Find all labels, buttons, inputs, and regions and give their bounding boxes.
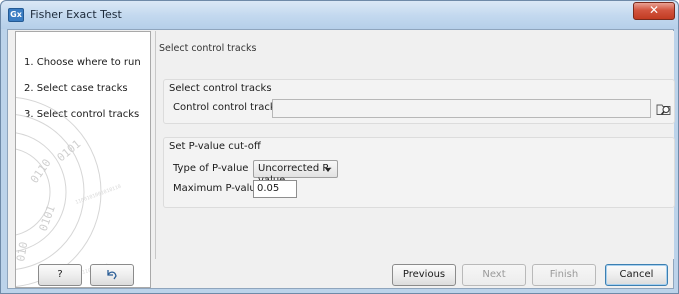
control-tracks-group-title: Select control tracks (169, 83, 272, 94)
dialog-window: Gx Fisher Exact Test ✕ 1. Choose where t… (0, 0, 679, 294)
svg-text:0110: 0110 (28, 157, 54, 186)
control-tracks-group: Select control tracks Control control tr… (163, 79, 675, 124)
chevron-down-icon (325, 168, 331, 172)
finish-button[interactable]: Finish (532, 264, 596, 286)
pvalue-type-label: Type of P-value (173, 163, 249, 174)
svg-text:0101: 0101 (55, 137, 84, 164)
reset-button[interactable] (90, 264, 134, 286)
folder-search-icon[interactable] (656, 101, 672, 117)
help-button[interactable]: ? (38, 264, 82, 286)
reset-arrow-icon (107, 270, 117, 280)
pvalue-group-title: Set P-value cut-off (169, 141, 261, 152)
svg-text:1100101001010110: 1100101001010110 (75, 184, 122, 206)
pvalue-type-dropdown[interactable]: Uncorrected P-value (253, 160, 338, 186)
max-pvalue-input[interactable]: 0.05 (253, 180, 297, 198)
app-icon: Gx (8, 8, 24, 22)
wizard-content: Select control tracks Select control tra… (155, 31, 675, 259)
svg-text:010: 010 (16, 241, 30, 263)
pvalue-cutoff-group: Set P-value cut-off Type of P-value Unco… (163, 137, 675, 208)
window-title: Fisher Exact Test (30, 8, 122, 21)
next-button[interactable]: Next (462, 264, 526, 286)
step-choose-where-to-run: 1. Choose where to run (24, 57, 141, 68)
svg-text:0101: 0101 (37, 204, 58, 233)
dialog-body: 1. Choose where to run 2. Select case tr… (7, 29, 675, 289)
max-pvalue-label: Maximum P-value (173, 183, 262, 194)
cancel-button[interactable]: Cancel (605, 264, 668, 286)
page-header: Select control tracks (159, 43, 257, 54)
wizard-steps-panel: 1. Choose where to run 2. Select case tr… (15, 31, 151, 288)
control-tracks-label: Control control tracks (173, 102, 281, 113)
close-button[interactable]: ✕ (633, 2, 675, 20)
previous-button[interactable]: Previous (392, 264, 456, 286)
binary-swirl-decoration: 0110 0101 0101 010 1100101001010110 0101… (16, 97, 122, 287)
control-tracks-field[interactable] (272, 99, 651, 118)
title-bar[interactable]: Gx Fisher Exact Test ✕ (1, 1, 678, 29)
